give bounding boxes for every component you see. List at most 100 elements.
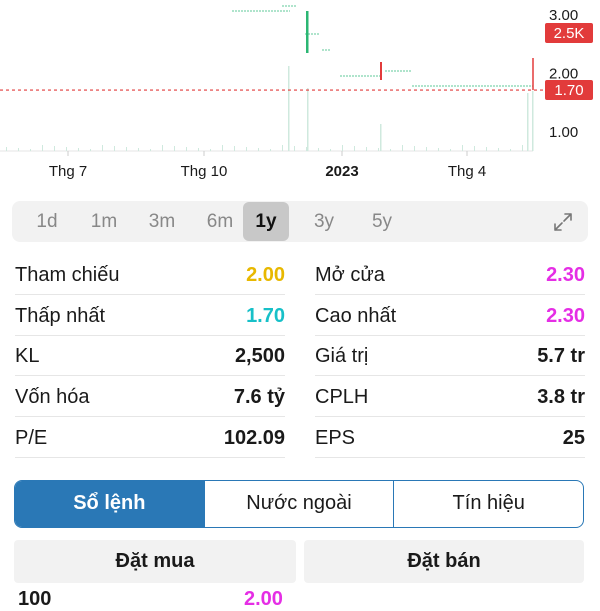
volume-bar <box>288 66 290 151</box>
volume-bar <box>486 147 487 151</box>
volume-bar <box>258 148 259 151</box>
time-axis-label: 2023 <box>325 163 358 180</box>
price-axis-label: 3.00 <box>549 7 578 24</box>
detail-tabs: Sổ lệnh Nước ngoài Tín hiệu <box>14 480 584 528</box>
stat-volume: KL 2,500 <box>15 336 285 376</box>
volume-bar <box>54 146 55 151</box>
range-6m[interactable]: 6m <box>197 201 243 242</box>
volume-bar <box>222 145 223 151</box>
range-3y[interactable]: 3y <box>301 201 347 242</box>
time-axis-label: Thg 7 <box>49 163 87 180</box>
stat-value: 2.30 <box>546 305 585 327</box>
stat-value: 3.8 tr <box>537 386 585 408</box>
range-1d[interactable]: 1d <box>24 201 70 242</box>
stat-value: 5.7 tr <box>537 345 585 367</box>
stat-label: Tham chiếu <box>15 264 120 286</box>
stat-high-price: Cao nhất 2.30 <box>315 296 585 336</box>
stat-label: Cao nhất <box>315 305 397 327</box>
stat-label: Thấp nhất <box>15 305 106 327</box>
stat-label: CPLH <box>315 386 369 408</box>
range-1m[interactable]: 1m <box>81 201 127 242</box>
tab-foreign[interactable]: Nước ngoài <box>203 481 394 527</box>
stat-value: 102.09 <box>223 427 285 449</box>
stat-label: Mở cửa <box>315 264 385 286</box>
volume-bar <box>102 145 103 151</box>
volume-bar <box>462 145 463 151</box>
volume-bar <box>42 145 43 151</box>
volume-bar <box>330 149 331 151</box>
volume-bar <box>282 145 283 151</box>
volume-bar <box>210 149 211 151</box>
stat-label: Vốn hóa <box>15 386 90 408</box>
volume-bar <box>66 147 67 151</box>
volume-bar <box>426 147 427 151</box>
volume-bar <box>78 148 79 151</box>
volume-bar <box>342 145 343 151</box>
stat-label: Giá trị <box>315 345 369 367</box>
volume-bar <box>390 149 391 151</box>
volume-bar <box>18 148 19 151</box>
volume-bar <box>234 146 235 151</box>
price-axis-label: 2.00 <box>549 66 578 83</box>
stat-value: 2.30 <box>546 264 585 286</box>
price-axis-label: 1.00 <box>549 124 578 141</box>
volume-bar <box>30 149 31 151</box>
candle-up <box>306 11 309 53</box>
volume-bar <box>306 147 307 151</box>
volume-bar <box>186 147 187 151</box>
current-price-badge-label: 1.70 <box>554 82 583 99</box>
stat-low-price: Thấp nhất 1.70 <box>15 296 285 336</box>
volume-bar <box>307 88 309 151</box>
stat-value: 2,500 <box>234 345 285 367</box>
price-chart[interactable]: 3.00 2.00 1.00 2.5K 1.70 Thg 7 Thg 10 2023 Thg 4 <box>0 0 600 190</box>
time-axis-label: Thg 4 <box>448 163 486 180</box>
stat-shares-outstanding: CPLH 3.8 tr <box>315 377 585 417</box>
volume-bar <box>6 147 7 151</box>
volume-bar <box>438 148 439 151</box>
volume-bar <box>198 148 199 151</box>
range-3m[interactable]: 3m <box>139 201 185 242</box>
stat-value: 25 <box>562 427 585 449</box>
volume-bar <box>498 148 499 151</box>
stat-label: KL <box>15 345 40 367</box>
volume-bar <box>162 145 163 151</box>
volume-bar <box>474 146 475 151</box>
stat-market-cap: Vốn hóa 7.6 tỷ <box>15 377 285 417</box>
range-1y[interactable]: 1y <box>243 202 289 241</box>
volume-bar <box>354 146 355 151</box>
sell-orders-header: Đặt bán <box>304 540 584 583</box>
tab-signals[interactable]: Tín hiệu <box>393 481 583 527</box>
stat-value: 7.6 tỷ <box>233 386 285 408</box>
stat-value: 1.70 <box>246 305 285 327</box>
volume-bar <box>414 146 415 151</box>
expand-icon[interactable] <box>552 211 574 233</box>
volume-bar <box>380 124 382 151</box>
tab-order-book[interactable]: Sổ lệnh <box>15 481 204 527</box>
volume-bar <box>270 149 271 151</box>
volume-badge-label: 2.5K <box>554 25 585 42</box>
volume-bar <box>527 93 529 151</box>
volume-bar <box>366 147 367 151</box>
stat-label: P/E <box>15 427 48 449</box>
volume-bar <box>318 148 319 151</box>
buy-orders-header: Đặt mua <box>14 540 296 583</box>
volume-bar <box>246 147 247 151</box>
volume-bar <box>126 147 127 151</box>
volume-bar <box>510 149 511 151</box>
volume-bar <box>450 149 451 151</box>
volume-bar <box>294 146 295 151</box>
stat-reference-price: Tham chiếu 2.00 <box>15 255 285 295</box>
stat-value: 2.00 <box>246 264 285 286</box>
volume-bar <box>402 145 403 151</box>
stat-open-price: Mở cửa 2.30 <box>315 255 585 295</box>
volume-bar <box>532 91 534 151</box>
volume-bar <box>150 149 151 151</box>
volume-bar <box>174 146 175 151</box>
range-5y[interactable]: 5y <box>359 201 405 242</box>
time-range-selector: 1d 1m 3m 6m 1y 3y 5y <box>12 201 588 242</box>
volume-bar <box>522 145 523 151</box>
volume-bar <box>114 146 115 151</box>
stat-pe: P/E 102.09 <box>15 418 285 458</box>
candle-down <box>380 62 382 80</box>
volume-bar <box>138 148 139 151</box>
